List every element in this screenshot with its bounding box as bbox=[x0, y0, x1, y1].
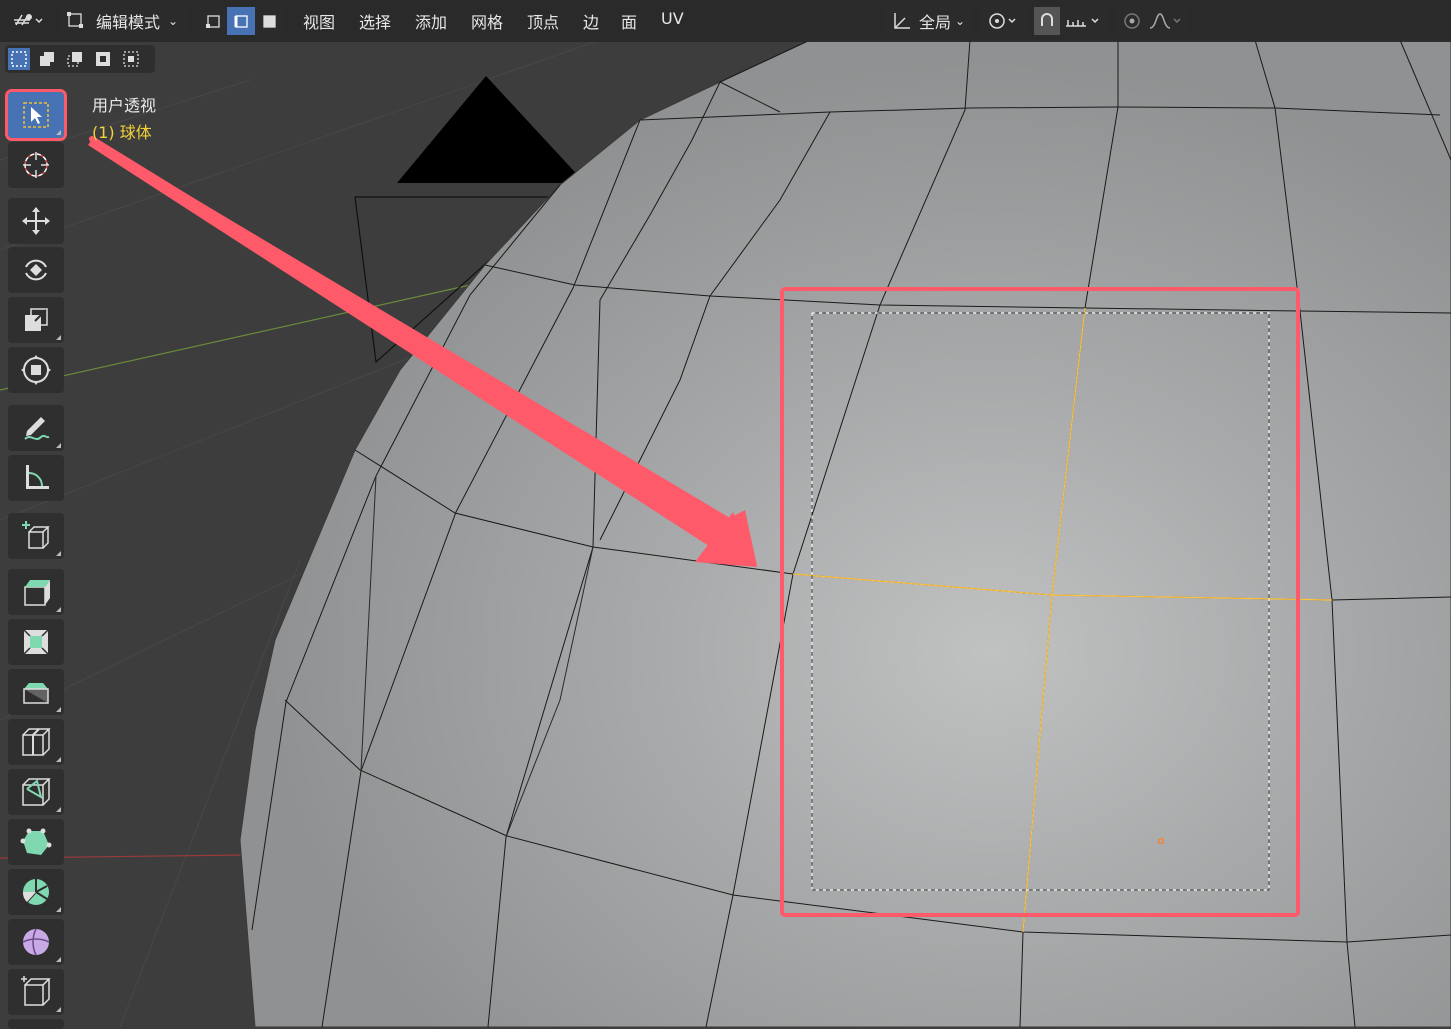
menu-face[interactable]: 面 bbox=[621, 9, 637, 33]
move-icon bbox=[22, 207, 50, 235]
proportional-editing-group bbox=[1117, 7, 1189, 35]
selection-mode-row bbox=[5, 45, 155, 73]
tool-annotate[interactable] bbox=[8, 405, 64, 451]
inset-icon bbox=[23, 629, 49, 655]
orientation-icon bbox=[894, 13, 910, 29]
loop-cut-icon bbox=[22, 728, 51, 756]
editor-type-icon bbox=[14, 14, 43, 26]
proportional-icon bbox=[1124, 13, 1140, 29]
select-intersect-button[interactable] bbox=[120, 48, 142, 70]
poly-build-icon bbox=[20, 828, 52, 855]
menu-select[interactable]: 选择 bbox=[359, 9, 391, 33]
knife-icon bbox=[22, 778, 51, 806]
rotate-icon bbox=[25, 259, 47, 281]
select-intersect-icon bbox=[123, 51, 139, 67]
mode-label: 编辑模式 bbox=[96, 13, 161, 32]
select-invert-button[interactable] bbox=[92, 48, 114, 70]
edit-mode-icon bbox=[67, 12, 83, 28]
edge-select-button[interactable] bbox=[227, 7, 255, 35]
tool-rotate[interactable] bbox=[8, 247, 64, 293]
tool-bevel[interactable] bbox=[8, 669, 64, 715]
menu-view[interactable]: 视图 bbox=[303, 9, 335, 33]
annotate-icon bbox=[24, 417, 50, 440]
chevron-down-icon: ⌄ bbox=[954, 14, 966, 28]
cursor-icon bbox=[23, 152, 49, 178]
chevron-down-icon: ⌄ bbox=[168, 14, 179, 28]
view-name-label: 用户透视 bbox=[92, 96, 157, 115]
select-box-icon bbox=[23, 102, 49, 128]
menu-vertex[interactable]: 顶点 bbox=[527, 9, 559, 33]
spin-icon bbox=[22, 879, 49, 905]
select-new-icon bbox=[11, 51, 27, 67]
scale-icon bbox=[25, 308, 48, 331]
measure-icon bbox=[26, 465, 49, 489]
edge-select-icon bbox=[234, 15, 248, 28]
extrude-icon bbox=[24, 580, 50, 606]
tool-add-cube[interactable] bbox=[8, 513, 64, 559]
snap-group bbox=[1034, 7, 1108, 35]
select-extend-button[interactable] bbox=[36, 48, 58, 70]
tool-more[interactable] bbox=[8, 1019, 64, 1029]
select-mode-group bbox=[198, 7, 284, 35]
smooth-icon bbox=[22, 928, 50, 956]
pivot-icon bbox=[989, 13, 1016, 29]
tool-move[interactable] bbox=[8, 198, 64, 244]
falloff-curve-icon bbox=[1149, 13, 1181, 29]
3d-viewport[interactable] bbox=[0, 0, 1451, 1027]
tool-knife[interactable] bbox=[8, 769, 64, 815]
falloff-dropdown[interactable] bbox=[1145, 7, 1187, 35]
tool-smooth[interactable] bbox=[8, 919, 64, 965]
add-cube-icon bbox=[22, 521, 50, 549]
mode-dropdown[interactable]: 编辑模式 ⌄ bbox=[60, 7, 188, 35]
transform-orientation-dropdown[interactable]: 全局 ⌄ bbox=[883, 7, 973, 35]
select-extend-icon bbox=[40, 52, 54, 66]
menu-uv[interactable]: UV bbox=[661, 9, 684, 28]
select-invert-icon bbox=[96, 52, 110, 66]
tool-transform[interactable] bbox=[8, 347, 64, 393]
tool-loop-cut[interactable] bbox=[8, 719, 64, 765]
snap-target-dropdown[interactable] bbox=[1060, 7, 1108, 35]
select-subtract-button[interactable] bbox=[64, 48, 86, 70]
face-select-icon bbox=[263, 15, 276, 28]
object-name-label: (1) 球体 bbox=[92, 123, 152, 142]
viewport-header: 编辑模式 ⌄ 视图 选择 添加 网格 顶点 边 面 UV 全局 ⌄ bbox=[0, 0, 1451, 42]
tool-scale[interactable] bbox=[8, 297, 64, 343]
tool-measure[interactable] bbox=[8, 455, 64, 501]
transform-icon bbox=[21, 355, 51, 385]
menu-add[interactable]: 添加 bbox=[415, 9, 447, 33]
tool-extrude-region[interactable] bbox=[8, 569, 64, 615]
menu-edge[interactable]: 边 bbox=[583, 9, 599, 33]
tool-inset-faces[interactable] bbox=[8, 619, 64, 665]
pivot-point-dropdown[interactable] bbox=[981, 7, 1027, 35]
vertex-select-icon bbox=[206, 15, 220, 28]
tool-cursor[interactable] bbox=[8, 142, 64, 188]
edge-slide-icon bbox=[21, 976, 51, 1006]
tool-edge-slide[interactable] bbox=[8, 969, 64, 1015]
snap-increment-icon bbox=[1066, 18, 1099, 27]
bevel-icon bbox=[23, 683, 49, 704]
vertex-select-button[interactable] bbox=[199, 7, 227, 35]
tool-select-box[interactable] bbox=[5, 89, 67, 141]
menu-mesh[interactable]: 网格 bbox=[471, 9, 503, 33]
proportional-editing-toggle[interactable] bbox=[1119, 7, 1145, 35]
select-subtract-icon bbox=[67, 52, 82, 67]
orientation-label: 全局 bbox=[918, 13, 951, 32]
tool-poly-build[interactable] bbox=[8, 819, 64, 865]
editor-type-button[interactable] bbox=[8, 7, 50, 35]
tool-spin[interactable] bbox=[8, 869, 64, 915]
select-new-button[interactable] bbox=[8, 48, 30, 70]
magnet-icon bbox=[1041, 13, 1053, 26]
face-select-button[interactable] bbox=[255, 7, 283, 35]
snap-toggle[interactable] bbox=[1034, 7, 1060, 35]
